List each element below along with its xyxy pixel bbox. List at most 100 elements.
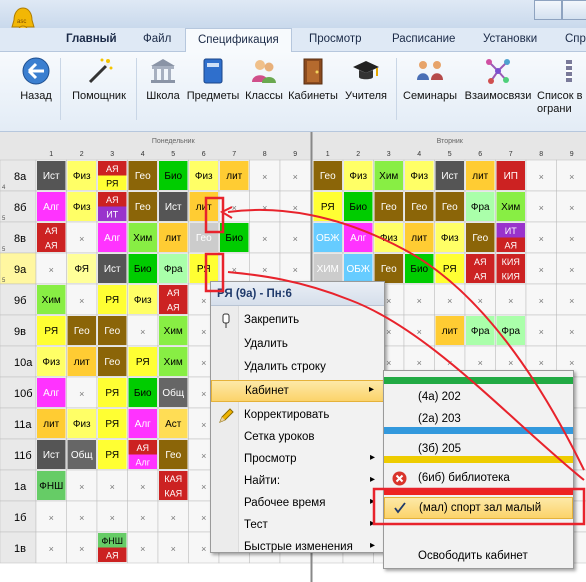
seminars-button[interactable]: Семинары	[400, 56, 460, 102]
empty-slot[interactable]: ×	[508, 296, 513, 306]
context-menu-item[interactable]: Корректировать	[211, 405, 384, 427]
empty-slot[interactable]: ×	[417, 327, 422, 337]
tab-specification[interactable]: Спецификация	[185, 28, 292, 53]
empty-slot[interactable]: ×	[569, 234, 574, 244]
context-menu-item[interactable]: Кабинет ▸	[211, 380, 384, 402]
class-label[interactable]: 9в	[14, 326, 26, 338]
subjects-button[interactable]: Предметы	[186, 56, 240, 102]
empty-slot[interactable]: ×	[171, 513, 176, 523]
empty-slot[interactable]: ×	[201, 451, 206, 461]
empty-slot[interactable]: ×	[293, 172, 298, 182]
constraints-list-button[interactable]: Список в ограни	[537, 56, 586, 115]
empty-slot[interactable]: ×	[539, 358, 544, 368]
tab-view[interactable]: Просмотр	[309, 33, 362, 45]
empty-slot[interactable]: ×	[386, 327, 391, 337]
empty-slot[interactable]: ×	[447, 296, 452, 306]
empty-slot[interactable]: ×	[262, 265, 267, 275]
context-menu-item[interactable]: Удалить	[211, 334, 384, 356]
room-option[interactable]: Освободить кабинет	[384, 546, 573, 568]
empty-slot[interactable]: ×	[262, 172, 267, 182]
empty-slot[interactable]: ×	[539, 172, 544, 182]
class-label[interactable]: 10б	[14, 388, 33, 400]
room-option[interactable]: (6иб) библиотека	[384, 468, 573, 490]
empty-slot[interactable]: ×	[539, 296, 544, 306]
class-label[interactable]: 8в	[14, 233, 26, 245]
empty-slot[interactable]: ×	[232, 265, 237, 275]
empty-slot[interactable]: ×	[201, 389, 206, 399]
empty-slot[interactable]: ×	[478, 296, 483, 306]
empty-slot[interactable]: ×	[201, 358, 206, 368]
context-menu-item[interactable]: Быстрые изменения ▸	[211, 537, 384, 559]
empty-slot[interactable]: ×	[140, 482, 145, 492]
empty-slot[interactable]: ×	[232, 203, 237, 213]
class-label[interactable]: 1б	[14, 512, 26, 524]
tab-schedule[interactable]: Расписание	[392, 33, 455, 45]
empty-slot[interactable]: ×	[386, 296, 391, 306]
empty-slot[interactable]: ×	[447, 358, 452, 368]
empty-slot[interactable]: ×	[49, 544, 54, 554]
room-option[interactable]: (2а) 203	[384, 409, 573, 431]
room-option[interactable]: (мал) спорт зал малый	[384, 497, 573, 519]
tab-main[interactable]: Главный	[66, 33, 117, 45]
empty-slot[interactable]: ×	[110, 513, 115, 523]
empty-slot[interactable]: ×	[539, 203, 544, 213]
class-label[interactable]: 9б	[14, 295, 26, 307]
empty-slot[interactable]: ×	[569, 172, 574, 182]
class-label[interactable]: 8б	[14, 202, 26, 214]
empty-slot[interactable]: ×	[539, 234, 544, 244]
class-label[interactable]: 8а	[14, 171, 27, 183]
empty-slot[interactable]: ×	[201, 420, 206, 430]
context-menu-item[interactable]: Удалить строку	[211, 357, 384, 379]
class-label[interactable]: 11а	[14, 419, 32, 431]
empty-slot[interactable]: ×	[110, 482, 115, 492]
room-option[interactable]: (4а) 202	[384, 387, 573, 409]
tab-file[interactable]: Файл	[143, 33, 171, 45]
empty-slot[interactable]: ×	[539, 327, 544, 337]
context-menu-item[interactable]: Сетка уроков	[211, 427, 384, 449]
class-label[interactable]: 9а	[14, 264, 27, 276]
empty-slot[interactable]: ×	[569, 203, 574, 213]
maximize-button[interactable]	[562, 0, 586, 20]
minimize-button[interactable]	[534, 0, 562, 20]
empty-slot[interactable]: ×	[293, 265, 298, 275]
empty-slot[interactable]: ×	[293, 203, 298, 213]
empty-slot[interactable]: ×	[79, 234, 84, 244]
empty-slot[interactable]: ×	[293, 234, 298, 244]
context-menu-item[interactable]: Рабочее время ▸	[211, 493, 384, 515]
empty-slot[interactable]: ×	[386, 358, 391, 368]
empty-slot[interactable]: ×	[569, 296, 574, 306]
empty-slot[interactable]: ×	[140, 513, 145, 523]
empty-slot[interactable]: ×	[539, 265, 544, 275]
context-menu-item[interactable]: Просмотр ▸	[211, 449, 384, 471]
class-label[interactable]: 1а	[14, 481, 27, 493]
empty-slot[interactable]: ×	[140, 327, 145, 337]
context-menu-item[interactable]: Тест ▸	[211, 515, 384, 537]
empty-slot[interactable]: ×	[201, 482, 206, 492]
context-menu-item[interactable]: Закрепить	[211, 310, 384, 332]
empty-slot[interactable]: ×	[478, 358, 483, 368]
empty-slot[interactable]: ×	[569, 358, 574, 368]
class-label[interactable]: 10а	[14, 357, 33, 369]
empty-slot[interactable]: ×	[262, 234, 267, 244]
empty-slot[interactable]: ×	[201, 544, 206, 554]
empty-slot[interactable]: ×	[79, 544, 84, 554]
room-option[interactable]: (3б) 205	[384, 439, 573, 461]
empty-slot[interactable]: ×	[140, 544, 145, 554]
rooms-button[interactable]: Кабинеты	[286, 56, 340, 102]
teachers-button[interactable]: Учителя	[342, 56, 390, 102]
empty-slot[interactable]: ×	[79, 513, 84, 523]
empty-slot[interactable]: ×	[569, 327, 574, 337]
empty-slot[interactable]: ×	[262, 203, 267, 213]
school-button[interactable]: Школа	[143, 56, 183, 102]
empty-slot[interactable]: ×	[569, 265, 574, 275]
classes-button[interactable]: Классы	[244, 56, 284, 102]
empty-slot[interactable]: ×	[201, 513, 206, 523]
empty-slot[interactable]: ×	[49, 513, 54, 523]
empty-slot[interactable]: ×	[79, 389, 84, 399]
empty-slot[interactable]: ×	[49, 265, 54, 275]
tab-help[interactable]: Спр	[565, 33, 586, 45]
empty-slot[interactable]: ×	[417, 358, 422, 368]
empty-slot[interactable]: ×	[171, 544, 176, 554]
assistant-button[interactable]: Помощник	[66, 56, 132, 102]
empty-slot[interactable]: ×	[201, 296, 206, 306]
